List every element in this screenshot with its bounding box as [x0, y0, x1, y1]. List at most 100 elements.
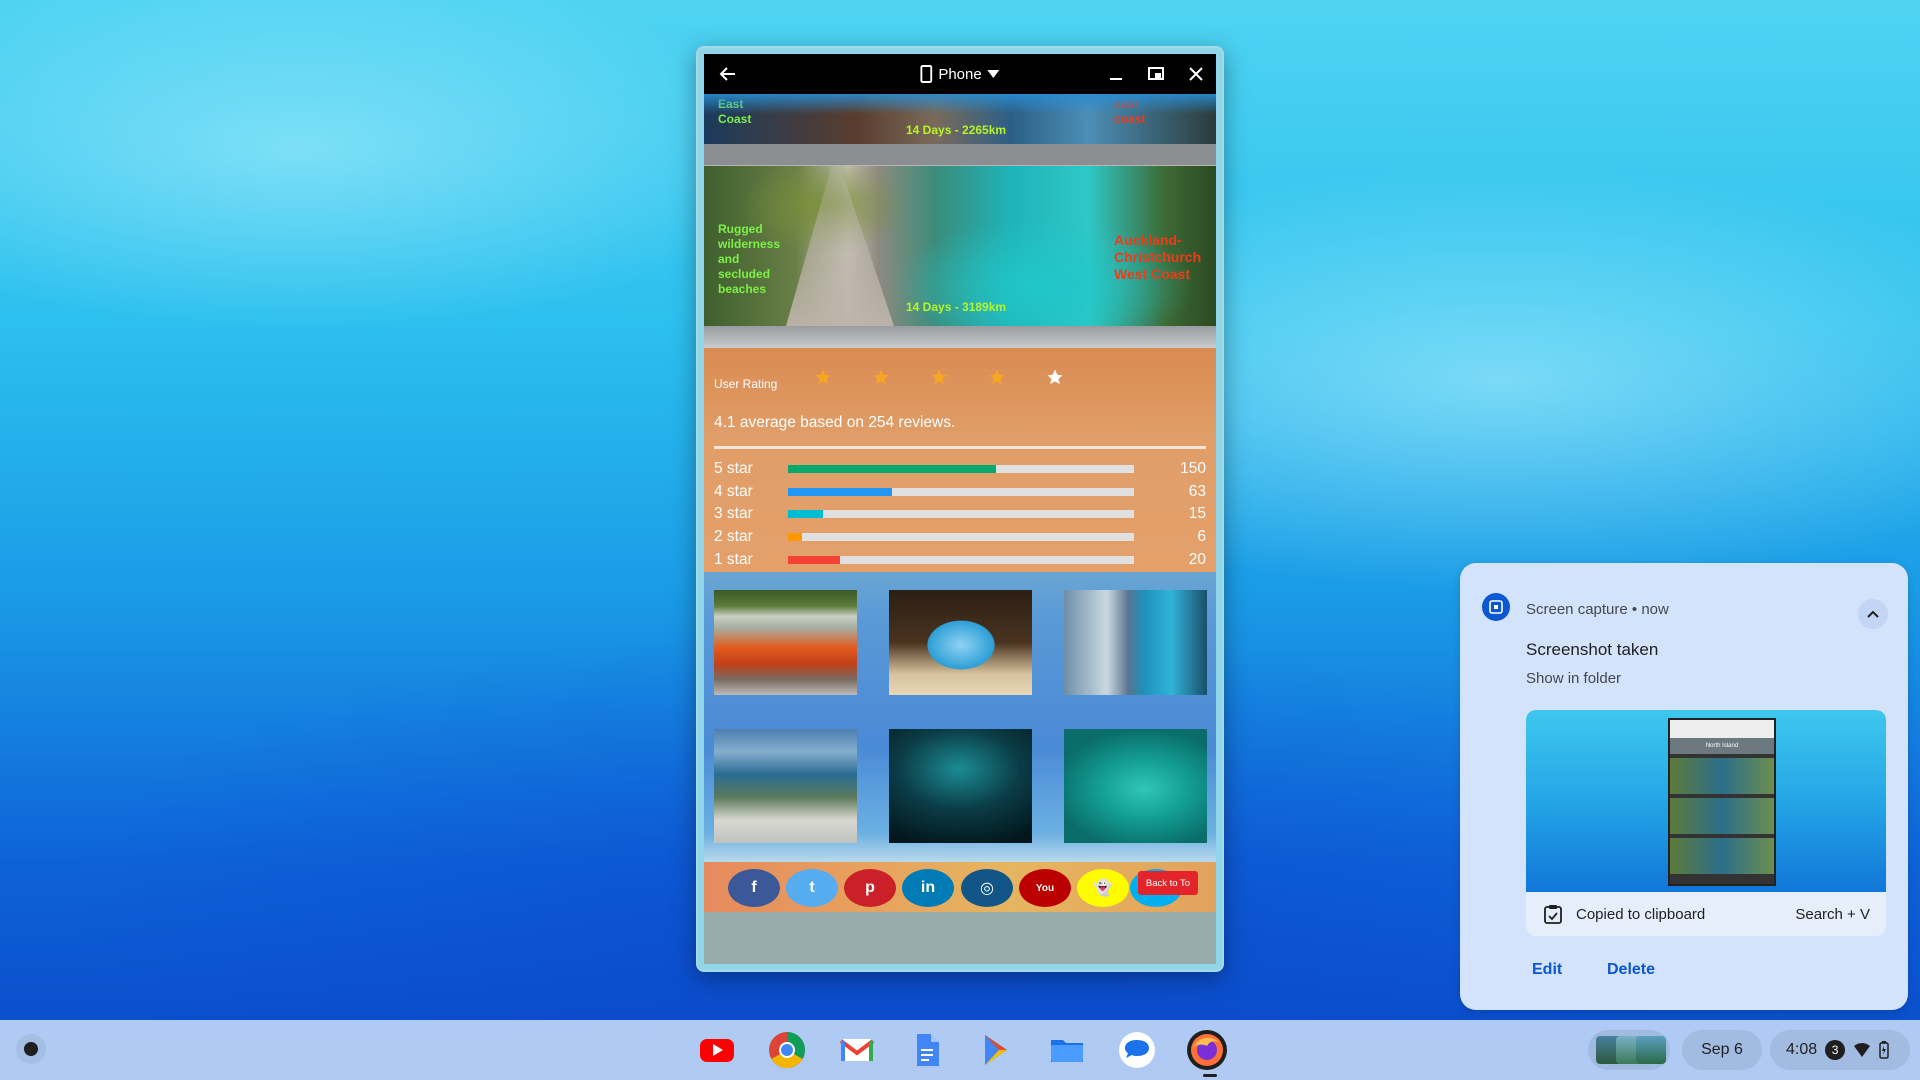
- star-filled-icon: [873, 369, 889, 385]
- device-mode-label: Phone: [938, 65, 982, 83]
- notification-count-badge: 3: [1825, 1040, 1846, 1060]
- preview-image: [1670, 758, 1774, 794]
- play-store-icon[interactable]: [977, 1030, 1017, 1070]
- gallery-photo-cathedral-cove[interactable]: [889, 590, 1032, 695]
- rating-bar-track: [788, 465, 1134, 473]
- rating-bar-label: 1 star: [714, 550, 753, 568]
- rating-bar-count: 20: [1188, 550, 1206, 568]
- rating-bar-row: 3 star 15: [714, 504, 1206, 524]
- files-icon[interactable]: [1047, 1030, 1087, 1070]
- edit-button[interactable]: Edit: [1532, 961, 1562, 979]
- app-window: Phone East Coast 14 Days - 2265km east c…: [696, 46, 1224, 972]
- minimize-button[interactable]: [1096, 54, 1136, 94]
- clipboard-bar: Copied to clipboard Search + V: [1526, 892, 1886, 936]
- linkedin-button[interactable]: in: [902, 869, 954, 907]
- clipboard-text: Copied to clipboard: [1576, 905, 1706, 923]
- back-button[interactable]: [708, 54, 748, 94]
- photo-gallery: [704, 572, 1216, 862]
- rating-bar-row: 4 star 63: [714, 482, 1206, 502]
- bridge-image: [786, 166, 894, 326]
- rating-bar-track: [788, 555, 1134, 564]
- rating-bar-row: 5 star 150: [714, 459, 1206, 479]
- web-content: East Coast 14 Days - 2265km east coast R…: [704, 94, 1216, 964]
- pinterest-button[interactable]: p: [844, 869, 896, 907]
- screen-capture-icon: [1482, 593, 1510, 621]
- star-filled-icon: [815, 369, 831, 385]
- rating-bar-track: [788, 533, 1134, 542]
- tour-route: Auckland-Christchurch West Coast: [1114, 232, 1202, 282]
- tour-stats: 14 Days - 2265km: [906, 123, 1007, 137]
- rating-average: 4.1 average based on 254 reviews.: [714, 414, 956, 431]
- device-mode-dropdown[interactable]: Phone: [920, 65, 1000, 83]
- tour-title: East Coast: [718, 97, 752, 126]
- facebook-button[interactable]: f: [728, 869, 780, 907]
- rating-bar-label: 2 star: [714, 528, 753, 546]
- arrow-left-icon: [719, 67, 735, 81]
- preview-phone-frame: North Island: [1668, 718, 1776, 886]
- window-titlebar: Phone: [704, 54, 1216, 94]
- close-button[interactable]: [1176, 54, 1216, 94]
- notification-source: Screen capture • now: [1526, 601, 1669, 618]
- snapchat-button[interactable]: 👻: [1077, 869, 1129, 907]
- gallery-photo-glacier[interactable]: [1064, 590, 1207, 695]
- tour-stats: 14 Days - 3189km: [906, 300, 1007, 314]
- gallery-photo-geothermal[interactable]: [714, 590, 857, 695]
- rating-bar-label: 4 star: [714, 482, 753, 500]
- preview-page-title: North Island: [1670, 738, 1774, 754]
- star-filled-icon: [931, 369, 947, 385]
- show-in-folder-link[interactable]: Show in folder: [1526, 670, 1621, 687]
- holding-space-tray[interactable]: [1588, 1030, 1670, 1070]
- rating-bar-label: 3 star: [714, 505, 753, 523]
- shelf: Sep 6 4:08 3: [0, 1020, 1920, 1080]
- clipboard-check-icon: [1542, 902, 1566, 926]
- launcher-icon: [24, 1042, 38, 1056]
- rating-bar-label: 5 star: [714, 460, 753, 477]
- restore-button[interactable]: [1136, 54, 1176, 94]
- gallery-photo-glowworm-cave[interactable]: [889, 729, 1032, 843]
- screenshot-notification: Screen capture • now Screenshot taken Sh…: [1460, 563, 1908, 1010]
- rating-divider: [714, 446, 1206, 449]
- delete-button[interactable]: Delete: [1607, 961, 1655, 979]
- divider: [704, 326, 1216, 348]
- preview-image: [1670, 838, 1774, 874]
- date-tray[interactable]: Sep 6: [1682, 1030, 1762, 1070]
- social-bar: f t p in ◎ You 👻 Back to To: [704, 862, 1216, 912]
- caret-down-icon: [987, 70, 1000, 78]
- chrome-icon[interactable]: [767, 1030, 807, 1070]
- gallery-photo-swimmer[interactable]: [1064, 729, 1207, 843]
- twitter-button[interactable]: t: [786, 869, 838, 907]
- gallery-photo-gondola[interactable]: [714, 729, 857, 843]
- preview-browser-bar: [1670, 720, 1774, 738]
- rating-bar-track: [788, 487, 1134, 496]
- notification-time: now: [1641, 601, 1669, 618]
- screenshot-preview[interactable]: North Island: [1526, 710, 1886, 892]
- star-rating: [814, 368, 1064, 386]
- instagram-button[interactable]: ◎: [961, 869, 1013, 907]
- youtube-button[interactable]: You: [1019, 869, 1071, 907]
- tour-card-east-coast[interactable]: East Coast 14 Days - 2265km east coast: [704, 94, 1216, 144]
- rating-bar-count: 63: [1188, 482, 1206, 500]
- messages-icon[interactable]: [1117, 1030, 1157, 1070]
- rating-bar-count: 150: [1180, 460, 1206, 477]
- tour-title: Rugged wilderness and secluded beaches: [718, 222, 781, 296]
- rating-bar-row: 1 star 20: [714, 550, 1206, 570]
- phone-icon: [920, 65, 933, 83]
- clock: 4:08: [1786, 1041, 1818, 1058]
- docs-icon[interactable]: [907, 1030, 947, 1070]
- notification-title: Screenshot taken: [1526, 640, 1659, 659]
- close-icon: [1189, 67, 1203, 81]
- rating-bar-fill: [788, 533, 802, 542]
- status-area[interactable]: 4:08 3: [1770, 1030, 1910, 1070]
- back-to-top-button[interactable]: Back to To: [1138, 871, 1198, 895]
- firefox-icon[interactable]: [1187, 1030, 1227, 1070]
- launcher-button[interactable]: [16, 1034, 46, 1064]
- tour-card-rugged-wilderness[interactable]: Rugged wilderness and secluded beaches 1…: [704, 166, 1216, 326]
- rating-bar-count: 15: [1188, 505, 1206, 523]
- collapse-button[interactable]: [1858, 599, 1888, 629]
- rating-bar-fill: [788, 555, 840, 564]
- rating-bar-fill: [788, 510, 823, 519]
- user-rating-section: User Rating 4.1 average based on 254 rev…: [704, 348, 1216, 572]
- gmail-icon[interactable]: [837, 1030, 877, 1070]
- notification-app-name: Screen capture: [1526, 601, 1628, 618]
- youtube-icon[interactable]: [697, 1030, 737, 1070]
